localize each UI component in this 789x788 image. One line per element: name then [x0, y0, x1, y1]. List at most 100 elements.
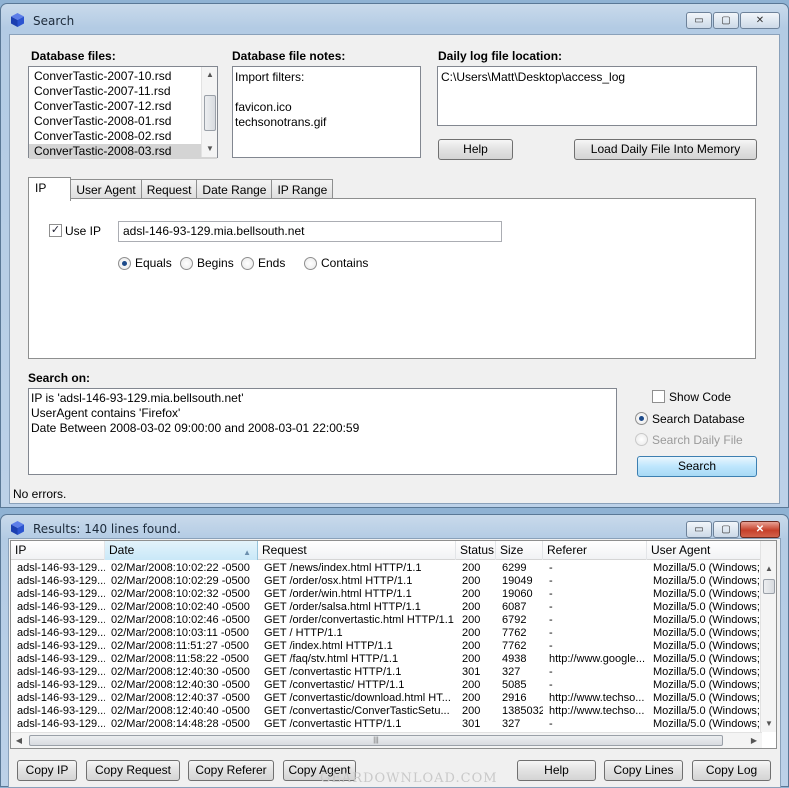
- cell-date: 02/Mar/2008:12:40:40 -0500: [111, 705, 250, 717]
- daily-log-field[interactable]: C:\Users\Matt\Desktop\access_log: [437, 66, 757, 126]
- search-button[interactable]: Search: [637, 456, 757, 477]
- column-header-ip[interactable]: IP: [11, 541, 105, 560]
- column-header-status[interactable]: Status: [456, 541, 496, 560]
- column-header-request[interactable]: Request: [258, 541, 456, 560]
- table-row[interactable]: adsl-146-93-129... 02/Mar/2008:10:02:22 -…: [11, 562, 762, 575]
- results-table[interactable]: IP Date ▲ Request Status Size Referer Us…: [10, 540, 777, 749]
- cell-status: 200: [462, 705, 481, 717]
- table-row[interactable]: adsl-146-93-129... 02/Mar/2008:10:02:32 -…: [11, 588, 762, 601]
- results-vertical-scrollbar[interactable]: ▲ ▼: [760, 541, 776, 732]
- table-row[interactable]: adsl-146-93-129... 02/Mar/2008:12:40:40 -…: [11, 705, 762, 718]
- cell-date: 02/Mar/2008:10:02:40 -0500: [111, 601, 250, 613]
- cell-referer: -: [549, 679, 553, 691]
- maximize-button[interactable]: ▢: [713, 521, 739, 538]
- cell-status: 301: [462, 718, 481, 730]
- begins-radio[interactable]: [180, 257, 193, 270]
- contains-radio[interactable]: [304, 257, 317, 270]
- minimize-button[interactable]: ▭: [686, 521, 712, 538]
- load-daily-file-button[interactable]: Load Daily File Into Memory: [574, 139, 757, 160]
- column-header-date[interactable]: Date ▲: [105, 541, 258, 560]
- scroll-right-icon[interactable]: ▶: [746, 733, 762, 748]
- help-button[interactable]: Help: [438, 139, 513, 160]
- table-row[interactable]: adsl-146-93-129... 02/Mar/2008:11:58:22 -…: [11, 653, 762, 666]
- cell-referer: -: [549, 718, 553, 730]
- database-notes-label: Database file notes:: [232, 49, 346, 63]
- database-file-item[interactable]: ConverTastic-2007-11.rsd: [29, 84, 217, 99]
- search-title-bar[interactable]: Search ▭ ▢ ✕: [1, 4, 788, 34]
- notes-line: techsonotrans.gif: [235, 115, 327, 129]
- tab-ip[interactable]: IP: [28, 177, 72, 201]
- scroll-down-icon[interactable]: ▼: [761, 716, 776, 732]
- cell-size: 6299: [502, 562, 527, 574]
- search-daily-file-radio[interactable]: [635, 433, 648, 446]
- cell-user-agent: Mozilla/5.0 (Windows;: [653, 679, 760, 691]
- cell-date: 02/Mar/2008:14:48:28 -0500: [111, 718, 250, 730]
- table-row[interactable]: adsl-146-93-129... 02/Mar/2008:12:40:30 -…: [11, 666, 762, 679]
- cell-request: GET /order/win.html HTTP/1.1: [264, 588, 412, 600]
- database-notes-box[interactable]: Import filters: favicon.ico techsonotran…: [232, 66, 421, 158]
- table-row[interactable]: adsl-146-93-129... 02/Mar/2008:12:40:37 -…: [11, 692, 762, 705]
- cell-status: 200: [462, 679, 481, 691]
- results-help-button[interactable]: Help: [517, 760, 596, 781]
- copy-lines-button[interactable]: Copy Lines: [604, 760, 683, 781]
- tab-request[interactable]: Request: [140, 179, 198, 200]
- table-row[interactable]: adsl-146-93-129... 02/Mar/2008:10:02:29 -…: [11, 575, 762, 588]
- cell-request: GET /news/index.html HTTP/1.1: [264, 562, 422, 574]
- table-row[interactable]: adsl-146-93-129... 02/Mar/2008:10:02:40 -…: [11, 601, 762, 614]
- database-file-item[interactable]: ConverTastic-2007-10.rsd: [29, 69, 217, 84]
- database-files-list[interactable]: ConverTastic-2007-10.rsd ConverTastic-200…: [28, 66, 218, 159]
- database-file-item[interactable]: ConverTastic-2008-03.rsd: [29, 144, 217, 159]
- copy-referer-button[interactable]: Copy Referer: [188, 760, 274, 781]
- database-files-scrollbar[interactable]: ▲ ▼: [201, 67, 217, 157]
- copy-request-button[interactable]: Copy Request: [86, 760, 180, 781]
- column-header-referer[interactable]: Referer: [543, 541, 647, 560]
- column-header-size[interactable]: Size: [496, 541, 543, 560]
- close-button[interactable]: ✕: [740, 521, 780, 538]
- cell-status: 200: [462, 601, 481, 613]
- equals-radio[interactable]: [118, 257, 131, 270]
- cell-ip: adsl-146-93-129...: [17, 653, 105, 665]
- cell-status: 200: [462, 575, 481, 587]
- scroll-up-icon[interactable]: ▲: [202, 67, 218, 83]
- close-button[interactable]: ✕: [740, 12, 780, 29]
- tab-ip-range[interactable]: IP Range: [271, 179, 334, 200]
- scroll-left-icon[interactable]: ◀: [11, 733, 27, 748]
- ends-radio[interactable]: [241, 257, 254, 270]
- tab-date-range[interactable]: Date Range: [196, 179, 273, 200]
- tab-user-agent[interactable]: User Agent: [70, 179, 142, 200]
- search-database-radio[interactable]: [635, 412, 648, 425]
- search-on-box[interactable]: IP is 'adsl-146-93-129.mia.bellsouth.net…: [28, 388, 617, 475]
- maximize-button[interactable]: ▢: [713, 12, 739, 29]
- copy-ip-button[interactable]: Copy IP: [17, 760, 77, 781]
- scroll-down-icon[interactable]: ▼: [202, 141, 218, 157]
- scroll-thumb[interactable]: [204, 95, 216, 131]
- cell-request: GET /order/salsa.html HTTP/1.1: [264, 601, 421, 613]
- database-file-item[interactable]: ConverTastic-2008-01.rsd: [29, 114, 217, 129]
- copy-log-button[interactable]: Copy Log: [692, 760, 771, 781]
- table-row[interactable]: adsl-146-93-129... 02/Mar/2008:12:40:30 -…: [11, 679, 762, 692]
- table-row[interactable]: adsl-146-93-129... 02/Mar/2008:11:51:27 -…: [11, 640, 762, 653]
- table-row[interactable]: adsl-146-93-129... 02/Mar/2008:10:02:46 -…: [11, 614, 762, 627]
- table-row[interactable]: adsl-146-93-129... 02/Mar/2008:10:03:11 -…: [11, 627, 762, 640]
- use-ip-checkbox[interactable]: ✓: [49, 224, 62, 237]
- show-code-checkbox[interactable]: [652, 390, 665, 403]
- database-file-item[interactable]: ConverTastic-2007-12.rsd: [29, 99, 217, 114]
- cell-user-agent: Mozilla/5.0 (Windows;: [653, 653, 760, 665]
- database-file-item[interactable]: ConverTastic-2008-02.rsd: [29, 129, 217, 144]
- cell-size: 6087: [502, 601, 527, 613]
- cell-user-agent: Mozilla/5.0 (Windows;: [653, 562, 760, 574]
- ip-input[interactable]: adsl-146-93-129.mia.bellsouth.net: [118, 221, 502, 242]
- cell-status: 200: [462, 588, 481, 600]
- table-row[interactable]: adsl-146-93-129... 02/Mar/2008:14:48:28 -…: [11, 718, 762, 731]
- minimize-icon: ▭: [694, 15, 704, 26]
- cell-date: 02/Mar/2008:12:40:30 -0500: [111, 666, 250, 678]
- scroll-up-icon[interactable]: ▲: [761, 561, 776, 577]
- cell-date: 02/Mar/2008:10:02:29 -0500: [111, 575, 250, 587]
- minimize-button[interactable]: ▭: [686, 12, 712, 29]
- sort-ascending-icon: ▲: [243, 548, 251, 557]
- scroll-thumb[interactable]: |||: [29, 735, 723, 746]
- scroll-thumb[interactable]: [763, 579, 775, 594]
- column-header-user-agent[interactable]: User Agent: [647, 541, 762, 560]
- begins-label: Begins: [197, 256, 234, 270]
- results-horizontal-scrollbar[interactable]: ◀ ||| ▶: [11, 732, 762, 748]
